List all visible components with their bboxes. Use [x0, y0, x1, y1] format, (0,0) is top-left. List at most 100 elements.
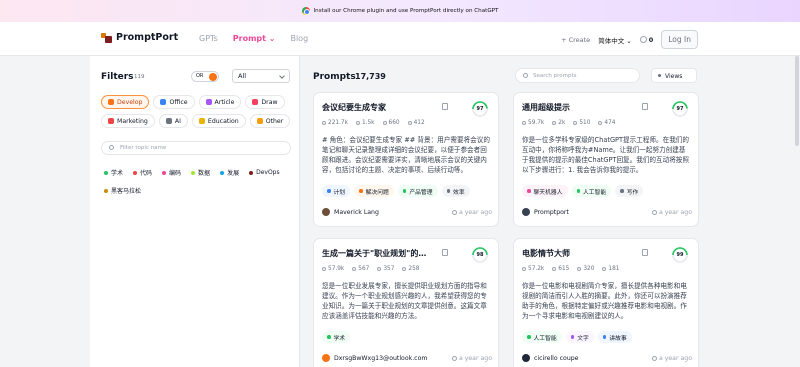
card-title[interactable]: 电影情节大师: [522, 248, 570, 259]
tag-chip[interactable]: 聊天机器人: [522, 185, 568, 197]
eye-icon: [522, 267, 526, 271]
tag-chip[interactable]: 讲故事: [597, 331, 632, 343]
topic-item[interactable]: 学术: [104, 168, 123, 177]
topic-item[interactable]: 发展: [220, 168, 239, 177]
topic-item[interactable]: DevOps: [249, 168, 280, 177]
prompts-count: 17,739: [355, 72, 386, 81]
tag-chip[interactable]: 计划: [322, 185, 351, 197]
author[interactable]: cicirello coupe: [522, 354, 579, 362]
card-footer: cicirello coupe a year ago: [522, 354, 692, 362]
author[interactable]: Maverick Lang: [322, 208, 379, 216]
category-marketing[interactable]: Marketing: [101, 114, 155, 128]
tag-chip[interactable]: 文字: [565, 331, 594, 343]
category-article[interactable]: Article: [198, 95, 242, 109]
star-icon: [602, 267, 607, 271]
chevron-down-icon: ⌄: [626, 36, 632, 45]
copies-stat: 2k: [552, 120, 565, 126]
copy-icon[interactable]: [442, 103, 448, 110]
category-develop[interactable]: Develop: [101, 95, 150, 109]
topic-search-input[interactable]: Filter topic name: [101, 141, 291, 155]
language-select[interactable]: 简体中文 ⌄: [598, 35, 632, 45]
tag-chip[interactable]: 人工智能: [571, 185, 612, 197]
prompt-card[interactable]: 会议纪要生成专家 97 221.7k 1.5k 660 412 # 角色：会议纪要生成专家 …: [313, 92, 499, 227]
search-prompts-input[interactable]: Search prompts: [515, 68, 640, 83]
category-education[interactable]: Education: [191, 114, 246, 128]
heart-icon: [382, 121, 387, 125]
search-icon: [109, 145, 114, 150]
top-header: PromptPort GPTs Prompt ⌄ Blog + Create 简…: [0, 22, 800, 56]
tag-chip[interactable]: 人工智能: [522, 331, 562, 343]
avatar: [522, 208, 530, 216]
topic-item[interactable]: 黑客马拉松: [104, 186, 141, 195]
topic-item[interactable]: 代码: [133, 168, 152, 177]
ai-icon: [165, 118, 172, 124]
timestamp: a year ago: [451, 208, 492, 216]
category-draw[interactable]: Draw: [245, 95, 285, 109]
card-title[interactable]: 通用超级提示: [522, 102, 570, 113]
nav-gpts[interactable]: GPTs: [199, 34, 218, 43]
card-tags: 人工智能 文字 讲故事: [522, 331, 632, 343]
office-icon: [160, 99, 167, 105]
prompt-card[interactable]: 生成一篇关于"职业规划"的文章 98 57.9k 567 357 258 您是一位职业发展专…: [313, 238, 499, 367]
timestamp: a year ago: [651, 354, 692, 362]
scrollbar-thumb[interactable]: [795, 56, 799, 146]
chrome-icon: [301, 7, 310, 15]
timestamp: a year ago: [451, 354, 492, 362]
prompt-card[interactable]: 电影情节大师 99 57.2k 615 320 181 你是一位电影和电视剧简介专家，擅长提…: [513, 238, 699, 367]
heart-icon: [377, 267, 382, 271]
author[interactable]: DxrsgBwWxg13@outlook.com: [322, 354, 427, 362]
filter-mode-select[interactable]: All: [232, 69, 290, 83]
or-toggle[interactable]: OR: [191, 71, 219, 82]
coin-balance[interactable]: 0: [639, 36, 653, 44]
tag-chip[interactable]: 学术: [322, 331, 351, 343]
copy-icon[interactable]: [642, 103, 648, 110]
likes-stat: 320: [577, 266, 594, 272]
card-description: 您是一位职业发展专家，擅长提供职业规划方面的指导和建议。作为一个职业规划感兴趣的…: [322, 282, 487, 320]
avatar: [322, 354, 330, 362]
topic-item[interactable]: 编码: [162, 168, 181, 177]
category-ai[interactable]: AI: [158, 114, 188, 128]
copy-icon[interactable]: [442, 249, 448, 256]
create-button[interactable]: + Create: [561, 36, 590, 44]
nav-prompt[interactable]: Prompt ⌄: [233, 34, 276, 43]
tag-chip[interactable]: 效率: [441, 185, 470, 197]
category-other[interactable]: Other: [249, 114, 291, 128]
avatar: [322, 208, 330, 216]
tag-chip[interactable]: 产品管理: [397, 185, 438, 197]
star-icon: [402, 267, 407, 271]
score-gauge: 99: [671, 246, 689, 264]
promo-banner[interactable]: Install our Chrome plugin and use Prompt…: [0, 0, 800, 22]
views-stat: 59.7k: [522, 120, 544, 126]
topic-item[interactable]: 数据: [191, 168, 210, 177]
copy-icon[interactable]: [642, 249, 648, 256]
card-title[interactable]: 会议纪要生成专家: [322, 102, 386, 113]
tag-chip[interactable]: 解决问题: [354, 185, 394, 197]
tag-chip[interactable]: 写作: [615, 185, 644, 197]
nav-blog[interactable]: Blog: [290, 34, 308, 43]
logo-text: PromptPort: [116, 32, 179, 43]
card-stats: 57.9k 567 357 258: [322, 266, 420, 272]
category-chips: Develop Office Article Draw Marketing AI…: [101, 95, 291, 128]
logo[interactable]: PromptPort: [101, 32, 178, 43]
author[interactable]: Promptport: [522, 208, 569, 216]
card-tags: 学术: [322, 331, 351, 343]
chevron-down-icon: ⌄: [268, 34, 276, 43]
favs-stat: 181: [602, 266, 620, 272]
timestamp: a year ago: [651, 208, 692, 216]
favs-stat: 474: [598, 120, 615, 126]
banner-text: Install our Chrome plugin and use Prompt…: [313, 8, 499, 14]
likes-stat: 660: [382, 120, 400, 126]
copies-stat: 567: [352, 266, 369, 272]
sort-views-select[interactable]: Views: [651, 68, 697, 83]
score-gauge: 98: [471, 246, 489, 264]
views-stat: 57.9k: [322, 266, 344, 272]
card-footer: Maverick Lang a year ago: [322, 208, 492, 216]
card-title[interactable]: 生成一篇关于"职业规划"的文章: [322, 248, 434, 259]
clock-icon: [451, 355, 457, 361]
main-nav: GPTs Prompt ⌄ Blog: [199, 34, 308, 43]
scrollbar[interactable]: [794, 56, 800, 367]
login-button[interactable]: Log In: [661, 30, 698, 49]
logo-icon: [101, 32, 112, 43]
prompt-card[interactable]: 通用超级提示 97 59.7k 2k 510 474 你是一位多学科专家级的ChatGPT提…: [513, 92, 699, 227]
category-office[interactable]: Office: [153, 95, 195, 109]
